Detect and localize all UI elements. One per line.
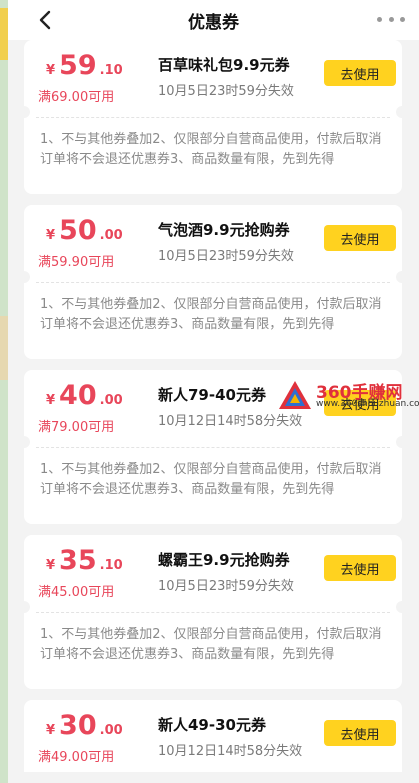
coupon-expiry: 10月12日14时58分失效 xyxy=(158,744,303,759)
coupon-divider xyxy=(18,106,408,124)
amount-decimal: .10 xyxy=(99,558,123,573)
coupon-notch xyxy=(18,436,30,448)
dashed-line xyxy=(36,282,390,283)
header-bar: 优惠券 xyxy=(8,0,419,40)
page-title: 优惠券 xyxy=(188,13,239,33)
watermark-logo-icon xyxy=(279,381,311,409)
coupon-rules-text: 1、不与其他券叠加2、仅限部分自营商品使用，付款后取消订单将不会退还优惠券3、商… xyxy=(40,297,382,332)
use-coupon-button[interactable]: 去使用 xyxy=(324,225,396,251)
amount-decimal: .00 xyxy=(99,228,123,243)
more-options-button[interactable] xyxy=(377,10,405,28)
coupon-divider xyxy=(18,436,408,454)
coupon-amount: ¥ 30 .00 xyxy=(46,712,123,740)
more-dot-icon xyxy=(400,16,405,22)
coupon-rules-text: 1、不与其他券叠加2、仅限部分自营商品使用，付款后取消订单将不会退还优惠券3、商… xyxy=(40,132,382,167)
more-dot-icon xyxy=(377,16,382,22)
watermark-url: www.360shouzhuan.com xyxy=(316,399,419,409)
coupon-main: ¥ 59 .10 满69.00可用 百草味礼包9.9元券 10月5日23时59分… xyxy=(24,40,402,112)
amount-integer: 40 xyxy=(59,380,97,411)
use-coupon-button[interactable]: 去使用 xyxy=(324,555,396,581)
coupon-name: 新人49-30元券 xyxy=(158,716,266,734)
coupon-rules-text: 1、不与其他券叠加2、仅限部分自营商品使用，付款后取消订单将不会退还优惠券3、商… xyxy=(40,462,382,497)
dashed-line xyxy=(36,117,390,118)
use-coupon-button[interactable]: 去使用 xyxy=(324,720,396,746)
coupon-notch xyxy=(396,106,408,118)
coupon-name: 气泡酒9.9元抢购券 xyxy=(158,221,290,239)
currency-symbol: ¥ xyxy=(46,63,56,78)
coupon-notch xyxy=(18,106,30,118)
currency-symbol: ¥ xyxy=(46,558,56,573)
coupon-name: 螺霸王9.9元抢购券 xyxy=(158,551,290,569)
coupon-name: 新人79-40元券 xyxy=(158,386,266,404)
coupon-name: 百草味礼包9.9元券 xyxy=(158,56,290,74)
watermark: 360手赚网 www.360shouzhuan.com xyxy=(278,378,419,414)
amount-decimal: .00 xyxy=(99,393,123,408)
coupon-rules: 1、不与其他券叠加2、仅限部分自营商品使用，付款后取消订单将不会退还优惠券3、商… xyxy=(24,619,402,689)
coupon-page: 优惠券 ¥ 59 .10 满69.00可用 百草味礼包9.9元券 10月5日23… xyxy=(8,0,419,783)
currency-symbol: ¥ xyxy=(46,723,56,738)
coupon-amount: ¥ 35 .10 xyxy=(46,547,123,575)
coupon-divider xyxy=(18,601,408,619)
coupon-condition: 满69.00可用 xyxy=(38,90,115,105)
currency-symbol: ¥ xyxy=(46,228,56,243)
amount-decimal: .00 xyxy=(99,723,123,738)
coupon-main: ¥ 50 .00 满59.90可用 气泡酒9.9元抢购券 10月5日23时59分… xyxy=(24,205,402,277)
dashed-line xyxy=(36,447,390,448)
currency-symbol: ¥ xyxy=(46,393,56,408)
amount-integer: 59 xyxy=(59,50,97,81)
coupon-condition: 满45.00可用 xyxy=(38,585,115,600)
coupon-notch xyxy=(396,271,408,283)
coupon-notch xyxy=(396,436,408,448)
coupon-main: ¥ 35 .10 满45.00可用 螺霸王9.9元抢购券 10月5日23时59分… xyxy=(24,535,402,607)
coupon-notch xyxy=(18,601,30,613)
coupon-expiry: 10月5日23时59分失效 xyxy=(158,249,294,264)
coupon-amount: ¥ 50 .00 xyxy=(46,217,123,245)
coupon-notch xyxy=(18,271,30,283)
coupon-notch xyxy=(396,601,408,613)
coupon-rules-text: 1、不与其他券叠加2、仅限部分自营商品使用，付款后取消订单将不会退还优惠券3、商… xyxy=(40,627,382,662)
coupon-expiry: 10月5日23时59分失效 xyxy=(158,84,294,99)
amount-integer: 50 xyxy=(59,215,97,246)
use-coupon-button[interactable]: 去使用 xyxy=(324,60,396,86)
coupon-amount: ¥ 59 .10 xyxy=(46,52,123,80)
amount-decimal: .10 xyxy=(99,63,123,78)
coupon-condition: 满49.00可用 xyxy=(38,750,115,765)
dashed-line xyxy=(36,612,390,613)
more-dot-icon xyxy=(388,16,394,22)
amount-integer: 35 xyxy=(59,545,97,576)
coupon-rules: 1、不与其他券叠加2、仅限部分自营商品使用，付款后取消订单将不会退还优惠券3、商… xyxy=(24,454,402,524)
coupon-rules: 1、不与其他券叠加2、仅限部分自营商品使用，付款后取消订单将不会退还优惠券3、商… xyxy=(24,289,402,359)
coupon-main: ¥ 30 .00 满49.00可用 新人49-30元券 10月12日14时58分… xyxy=(24,700,402,772)
coupon-amount: ¥ 40 .00 xyxy=(46,382,123,410)
amount-integer: 30 xyxy=(59,710,97,741)
coupon-rules: 1、不与其他券叠加2、仅限部分自营商品使用，付款后取消订单将不会退还优惠券3、商… xyxy=(24,124,402,194)
coupon-condition: 满79.00可用 xyxy=(38,420,115,435)
coupon-condition: 满59.90可用 xyxy=(38,255,115,270)
coupon-expiry: 10月5日23时59分失效 xyxy=(158,579,294,594)
coupon-divider xyxy=(18,271,408,289)
